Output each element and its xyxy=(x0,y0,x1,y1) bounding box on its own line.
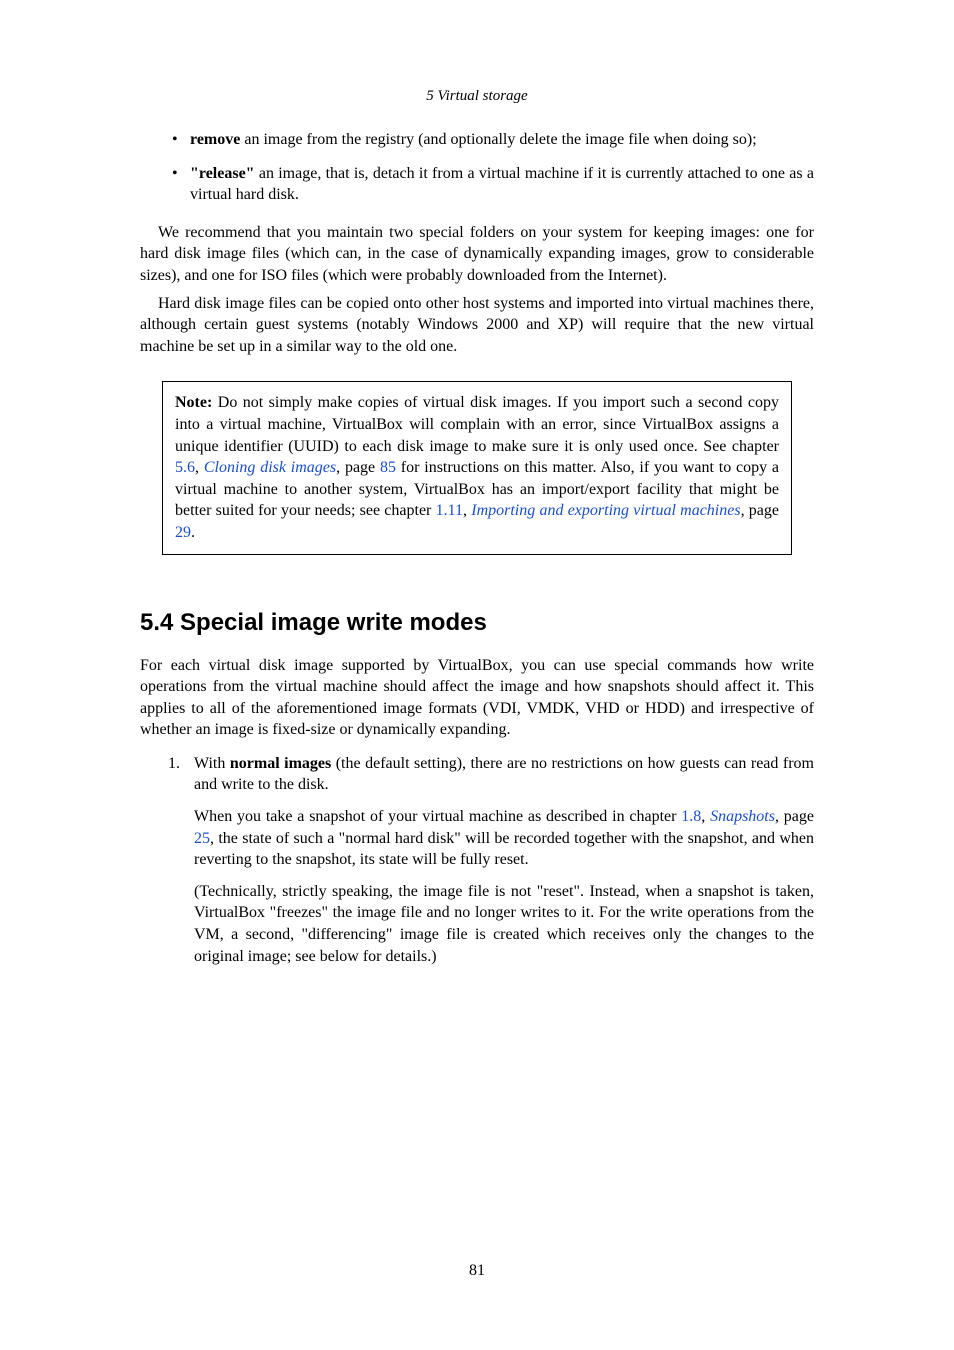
text: With xyxy=(194,755,230,772)
numbered-list: With normal images (the default setting)… xyxy=(140,753,814,967)
link-title-italic: Cloning disk images xyxy=(204,459,336,476)
bold-release: "release" xyxy=(190,165,255,182)
bold-remove: remove xyxy=(190,131,240,148)
running-head: 5 Virtual storage xyxy=(140,88,814,105)
bold-normal-images: normal images xyxy=(230,755,331,772)
link-chapter-5-6[interactable]: 5.6 xyxy=(175,459,195,476)
link-page-25[interactable]: 25 xyxy=(194,830,210,847)
page-number: 81 xyxy=(0,1262,954,1280)
text: When you take a snapshot of your virtual… xyxy=(194,808,681,825)
item-paragraph-3: (Technically, strictly speaking, the ima… xyxy=(194,881,814,967)
link-chapter-1-11[interactable]: 1.11 xyxy=(436,502,463,519)
text: , page xyxy=(336,459,380,476)
text: , xyxy=(463,502,471,519)
note-box: Note: Do not simply make copies of virtu… xyxy=(162,381,792,554)
paragraph-recommend: We recommend that you maintain two speci… xyxy=(140,222,814,287)
list-item-normal-images: With normal images (the default setting)… xyxy=(172,753,814,967)
text: . xyxy=(191,524,195,541)
bullet-item-release: "release" an image, that is, detach it f… xyxy=(172,163,814,206)
link-page-85[interactable]: 85 xyxy=(380,459,396,476)
text: , page xyxy=(775,808,814,825)
link-title-italic: Importing and exporting virtual machines xyxy=(471,502,740,519)
link-cloning-disk-images[interactable]: Cloning disk images xyxy=(204,459,336,476)
link-title-italic: Snapshots xyxy=(710,808,775,825)
text: , xyxy=(195,459,204,476)
text: an image from the registry (and optional… xyxy=(240,131,756,148)
section-heading-5-4: 5.4 Special image write modes xyxy=(140,609,814,637)
bullet-list: remove an image from the registry (and o… xyxy=(140,129,814,206)
page: 5 Virtual storage remove an image from t… xyxy=(0,0,954,1350)
link-page-29[interactable]: 29 xyxy=(175,524,191,541)
note-label: Note: xyxy=(175,394,212,411)
section-intro: For each virtual disk image supported by… xyxy=(140,655,814,741)
item-paragraph-1: With normal images (the default setting)… xyxy=(194,753,814,796)
text: Do not simply make copies of virtual dis… xyxy=(175,394,779,454)
link-snapshots[interactable]: Snapshots xyxy=(710,808,775,825)
paragraph-harddisk: Hard disk image files can be copied onto… xyxy=(140,293,814,358)
text: , page xyxy=(741,502,779,519)
item-paragraph-2: When you take a snapshot of your virtual… xyxy=(194,806,814,871)
bullet-item-remove: remove an image from the registry (and o… xyxy=(172,129,814,151)
text: , xyxy=(701,808,710,825)
text: an image, that is, detach it from a virt… xyxy=(190,165,814,204)
link-chapter-1-8[interactable]: 1.8 xyxy=(681,808,701,825)
text: , the state of such a "normal hard disk"… xyxy=(194,830,814,869)
link-import-export[interactable]: Importing and exporting virtual machines xyxy=(471,502,740,519)
